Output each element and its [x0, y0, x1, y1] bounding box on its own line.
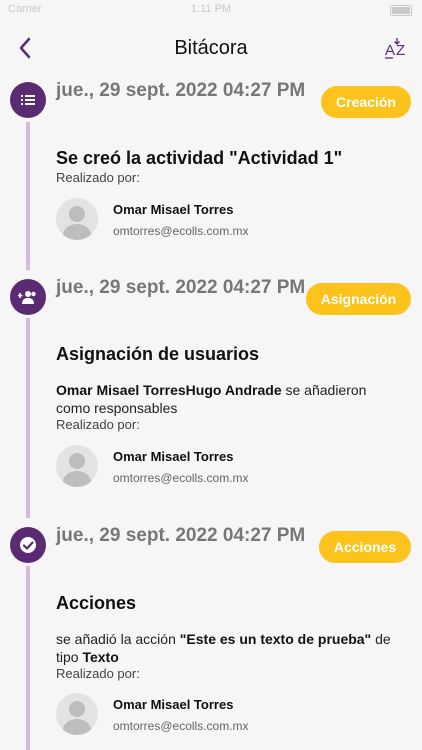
avatar: [56, 198, 98, 240]
svg-text:Z: Z: [396, 42, 405, 59]
entry-title: Acciones: [56, 593, 137, 613]
user-placeholder-icon: [62, 206, 92, 240]
user-name: Omar Misael Torres: [113, 697, 234, 712]
timeline-entry: jue., 29 sept. 2022 04:27 PM Creación Se…: [0, 78, 422, 258]
user-placeholder-icon: [62, 453, 92, 487]
entry-marker: [10, 527, 46, 563]
done-by-label: Realizado por:: [56, 666, 140, 681]
sort-button[interactable]: A Z: [384, 36, 410, 62]
nav-bar: Bitácora A Z: [0, 28, 422, 72]
sort-az-icon: A Z: [385, 38, 405, 59]
page-title: Bitácora: [174, 37, 248, 59]
user-email: omtorres@ecolls.com.mx: [113, 471, 249, 485]
entry-title: Se creó la actividad "Actividad 1": [56, 148, 343, 168]
timeline: jue., 29 sept. 2022 04:27 PM Creación Se…: [0, 78, 422, 750]
battery-icon: [390, 5, 412, 16]
timeline-entry: jue., 29 sept. 2022 04:27 PM Asignación …: [0, 275, 422, 505]
user-email: omtorres@ecolls.com.mx: [113, 719, 249, 733]
avatar: [56, 693, 98, 735]
entry-marker: [10, 279, 46, 315]
check-circle-icon: [20, 537, 36, 553]
entry-date: jue., 29 sept. 2022 04:27 PM: [56, 525, 306, 546]
user-email: omtorres@ecolls.com.mx: [113, 224, 249, 238]
user-name: Omar Misael Torres: [113, 202, 234, 217]
clock: 1:11 PM: [190, 3, 232, 15]
type-badge: Creación: [321, 86, 411, 118]
done-by-label: Realizado por:: [56, 170, 140, 185]
entry-marker: [10, 82, 46, 118]
user-placeholder-icon: [62, 701, 92, 735]
entry-date: jue., 29 sept. 2022 04:27 PM: [56, 80, 306, 101]
action-text: se añadió la acción: [56, 631, 180, 647]
type-badge: Acciones: [319, 531, 411, 563]
add-users-icon: [18, 291, 36, 304]
action-name: "Este es un texto de prueba": [179, 631, 372, 647]
status-bar: Carrier 1:11 PM: [0, 0, 422, 20]
timeline-entry: jue., 29 sept. 2022 04:27 PM Acciones Ac…: [0, 523, 422, 750]
entry-title: Asignación de usuarios: [56, 344, 260, 364]
list-icon: [21, 95, 35, 105]
svg-text:A: A: [385, 42, 395, 59]
entry-description: se añadió la acción "Este es un texto de…: [56, 630, 401, 666]
entry-description: Omar Misael TorresHugo Andrade se añadie…: [56, 381, 401, 417]
action-type: Texto: [82, 649, 119, 665]
assigned-users: Omar Misael TorresHugo Andrade: [56, 382, 282, 398]
type-badge: Asignación: [306, 283, 411, 315]
user-name: Omar Misael Torres: [113, 449, 234, 464]
user-card: Omar Misael Torres omtorres@ecolls.com.m…: [56, 693, 396, 735]
user-card: Omar Misael Torres omtorres@ecolls.com.m…: [56, 198, 396, 240]
user-card: Omar Misael Torres omtorres@ecolls.com.m…: [56, 445, 396, 487]
entry-date: jue., 29 sept. 2022 04:27 PM: [56, 277, 306, 298]
done-by-label: Realizado por:: [56, 417, 140, 432]
avatar: [56, 445, 98, 487]
